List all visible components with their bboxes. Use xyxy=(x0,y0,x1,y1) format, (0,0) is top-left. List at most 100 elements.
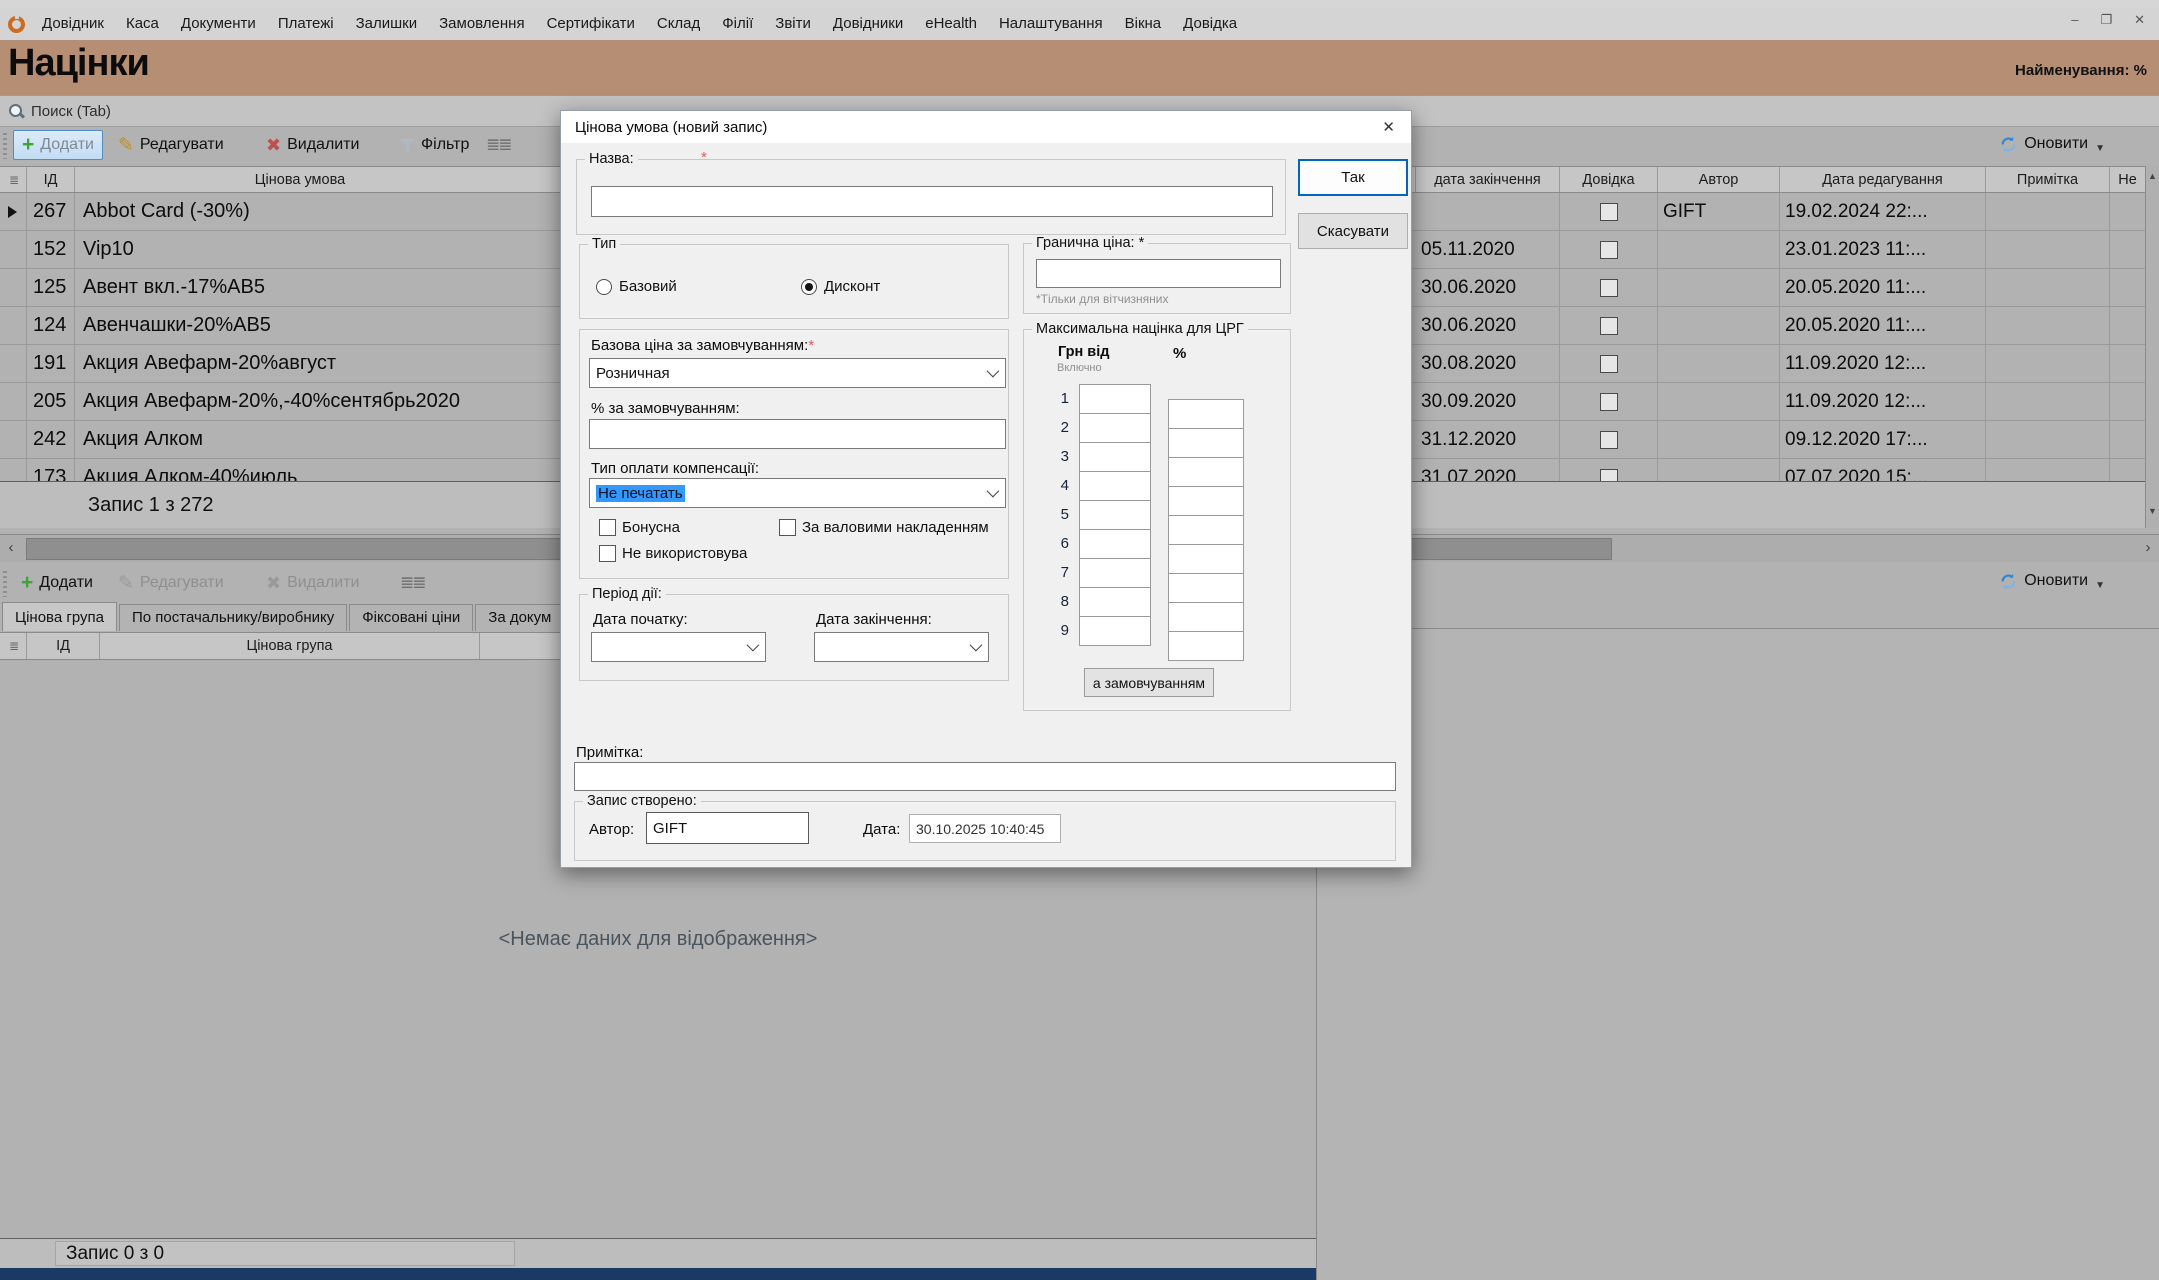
checkbox-icon[interactable] xyxy=(1600,241,1618,259)
menu-item-платежі[interactable]: Платежі xyxy=(267,8,345,40)
checkbox-gross[interactable]: За валовими накладенням xyxy=(779,519,1007,536)
edit-button[interactable]: ✎ Редагувати xyxy=(110,130,232,160)
column-header-author[interactable]: Автор xyxy=(1658,167,1780,192)
radio-base[interactable]: Базовий xyxy=(596,278,677,295)
reference-checkbox-cell[interactable] xyxy=(1560,269,1658,306)
cancel-button[interactable]: Скасувати xyxy=(1298,213,1408,249)
column-header-id[interactable]: ІД xyxy=(27,167,75,192)
tab-4[interactable]: За докум xyxy=(475,604,564,631)
reference-checkbox-cell[interactable] xyxy=(1560,193,1658,230)
column-chooser-button-bottom[interactable]: ≣≣ xyxy=(392,568,433,598)
add-button[interactable]: + Додати xyxy=(13,130,103,160)
header-corner[interactable]: ≣ xyxy=(0,167,27,192)
column-header-group[interactable]: Цінова група xyxy=(100,633,480,659)
percent-input[interactable] xyxy=(1168,631,1244,661)
dialog-close-icon[interactable]: ✕ xyxy=(1382,118,1395,136)
checkbox-icon[interactable] xyxy=(1600,431,1618,449)
menu-item-довідник[interactable]: Довідник xyxy=(31,8,115,40)
defaults-button[interactable]: а замовчуванням xyxy=(1084,668,1214,697)
checkbox-icon[interactable] xyxy=(1600,317,1618,335)
scroll-down-icon[interactable]: ▼ xyxy=(2146,506,2159,516)
checkbox-icon[interactable] xyxy=(1600,393,1618,411)
menu-item-ehealth[interactable]: eHealth xyxy=(914,8,988,40)
start-date-combo[interactable] xyxy=(591,632,766,662)
menu-item-налаштування[interactable]: Налаштування xyxy=(988,8,1114,40)
tab-2[interactable]: По постачальнику/виробнику xyxy=(119,604,347,631)
menu-item-каса[interactable]: Каса xyxy=(115,8,170,40)
scroll-right-icon[interactable]: › xyxy=(2137,539,2159,556)
uah-from-input[interactable] xyxy=(1079,558,1151,588)
uah-from-input[interactable] xyxy=(1079,529,1151,559)
reference-checkbox-cell[interactable] xyxy=(1560,345,1658,382)
name-input[interactable] xyxy=(591,186,1273,217)
note-input[interactable] xyxy=(574,762,1396,791)
percent-input[interactable] xyxy=(1168,428,1244,458)
column-chooser-button[interactable]: ≣≣ xyxy=(478,130,519,160)
search-input[interactable]: Поиск (Tab) xyxy=(31,103,111,120)
uah-from-input[interactable] xyxy=(1079,500,1151,530)
reference-checkbox-cell[interactable] xyxy=(1560,383,1658,420)
menu-item-довідка[interactable]: Довідка xyxy=(1172,8,1248,40)
percent-input[interactable] xyxy=(1168,602,1244,632)
column-header-id-2[interactable]: ІД xyxy=(27,633,100,659)
percent-input[interactable] xyxy=(1168,399,1244,429)
vertical-scrollbar[interactable]: ▲ ▼ xyxy=(2145,166,2159,528)
column-header-enddate[interactable]: дата закінчення xyxy=(1416,167,1560,192)
reference-checkbox-cell[interactable] xyxy=(1560,421,1658,458)
delete-button[interactable]: ✖ Видалити xyxy=(258,130,367,160)
menu-item-вікна[interactable]: Вікна xyxy=(1114,8,1173,40)
checkbox-icon[interactable] xyxy=(1600,469,1618,482)
checkbox-icon[interactable] xyxy=(1600,203,1618,221)
percent-input[interactable] xyxy=(1168,573,1244,603)
menu-item-замовлення[interactable]: Замовлення xyxy=(428,8,535,40)
base-price-combo[interactable]: Розничная xyxy=(589,358,1006,388)
reference-checkbox-cell[interactable] xyxy=(1560,307,1658,344)
menu-item-звіти[interactable]: Звіти xyxy=(764,8,822,40)
delete-button-bottom[interactable]: ✖ Видалити xyxy=(258,568,367,598)
column-header-edited[interactable]: Дата редагування xyxy=(1780,167,1986,192)
checkbox-not-use[interactable]: Не використовува xyxy=(599,545,759,562)
author-input[interactable] xyxy=(646,812,809,844)
add-button-bottom[interactable]: + Додати xyxy=(13,568,101,598)
filter-button[interactable]: Фільтр xyxy=(392,130,477,160)
menu-item-сертифікати[interactable]: Сертифікати xyxy=(536,8,646,40)
date-input[interactable] xyxy=(909,814,1061,843)
tab-3[interactable]: Фіксовані ціни xyxy=(349,604,473,631)
reference-checkbox-cell[interactable] xyxy=(1560,231,1658,268)
menu-item-довідники[interactable]: Довідники xyxy=(822,8,914,40)
uah-from-input[interactable] xyxy=(1079,413,1151,443)
minimize-button[interactable]: – xyxy=(2071,12,2078,28)
uah-from-input[interactable] xyxy=(1079,616,1151,646)
reference-checkbox-cell[interactable] xyxy=(1560,459,1658,481)
percent-input[interactable] xyxy=(1168,544,1244,574)
percent-input[interactable] xyxy=(1168,457,1244,487)
column-header-reference[interactable]: Довідка xyxy=(1560,167,1658,192)
checkbox-icon[interactable] xyxy=(1600,279,1618,297)
scroll-left-icon[interactable]: ‹ xyxy=(0,539,22,556)
radio-discount[interactable]: Дисконт xyxy=(801,278,880,295)
checkbox-bonus[interactable]: Бонусна xyxy=(599,519,759,536)
menu-item-документи[interactable]: Документи xyxy=(170,8,267,40)
limit-price-input[interactable] xyxy=(1036,259,1281,288)
menu-item-залишки[interactable]: Залишки xyxy=(345,8,429,40)
tab-1[interactable]: Цінова група xyxy=(2,602,117,631)
percent-input[interactable] xyxy=(1168,486,1244,516)
header-corner-2[interactable]: ≣ xyxy=(0,633,27,659)
ok-button[interactable]: Так xyxy=(1298,159,1408,196)
close-button[interactable]: ✕ xyxy=(2134,12,2145,28)
restore-button[interactable]: ❐ xyxy=(2100,12,2112,28)
uah-from-input[interactable] xyxy=(1079,442,1151,472)
uah-from-input[interactable] xyxy=(1079,587,1151,617)
default-percent-input[interactable] xyxy=(589,419,1006,449)
end-date-combo[interactable] xyxy=(814,632,989,662)
refresh-button-bottom[interactable]: Оновити ▼ xyxy=(2000,572,2105,590)
uah-from-input[interactable] xyxy=(1079,384,1151,414)
column-header-note[interactable]: Примітка xyxy=(1986,167,2110,192)
menu-item-склад[interactable]: Склад xyxy=(646,8,711,40)
percent-input[interactable] xyxy=(1168,515,1244,545)
column-header-cut[interactable]: Не xyxy=(2110,167,2145,192)
compensation-combo[interactable]: Не печатать xyxy=(589,478,1006,508)
scroll-up-icon[interactable]: ▲ xyxy=(2146,171,2159,181)
uah-from-input[interactable] xyxy=(1079,471,1151,501)
refresh-button-top[interactable]: Оновити ▼ xyxy=(2000,135,2105,153)
